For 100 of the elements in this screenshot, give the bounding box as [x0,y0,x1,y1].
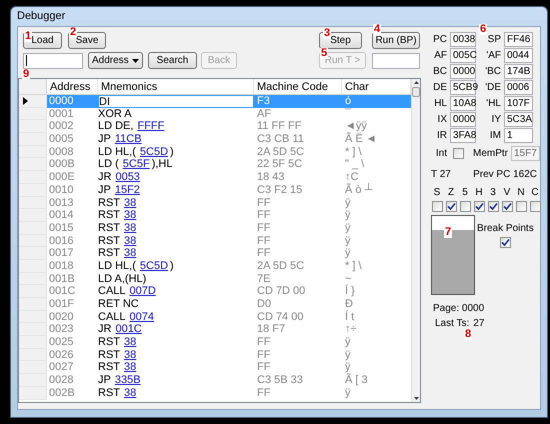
flag-label: 3 [490,188,496,198]
register-field[interactable]: 0038 [450,32,476,47]
column-header[interactable]: Char [345,81,369,93]
int-checkbox[interactable] [453,148,464,159]
address-link[interactable]: 38 [124,247,136,260]
register-field[interactable]: 005C [450,48,476,63]
register-field[interactable]: 0044 [504,48,533,63]
table-cell: FF [257,386,270,399]
table-cell: FF [257,361,270,374]
mnemonic-text: RST [98,336,120,349]
current-row-icon [23,96,28,105]
address-link[interactable]: 11CB [114,133,142,146]
table-cell: 0023 [49,323,74,336]
address-link[interactable]: 38 [124,386,136,400]
breakpoint-list[interactable] [431,215,475,295]
column-header[interactable]: Machine Code [257,81,328,93]
table-cell: 0026 [49,348,74,361]
last-ts-label: Last Ts: [435,317,470,329]
table-cell: 0017 [49,247,74,260]
address-link[interactable]: 38 [124,222,136,235]
table-cell: 0027 [49,361,74,374]
flag-checkbox[interactable] [460,201,470,212]
table-cell: 7E [257,272,270,285]
register-field[interactable]: 3FA8 [450,128,476,143]
register-field[interactable]: 174B [504,64,533,79]
address-link[interactable]: FFFF [137,120,164,134]
window-title: Debugger [17,9,66,24]
mnemonic-text: ) [170,146,174,158]
address-link[interactable]: 38 [124,196,136,210]
register-label: IY [490,113,501,127]
mnemonic-text: XOR A [98,108,132,120]
table-cell: ÿ [345,196,350,208]
t-states-field[interactable] [372,52,420,68]
table-cell: ó [345,95,352,107]
scroll-thumb[interactable] [412,87,420,97]
flag-checkbox[interactable] [446,201,456,212]
search-field[interactable] [23,52,83,68]
flag-checkbox[interactable] [488,201,498,212]
table-cell: 2A 5D 5C [257,260,304,272]
register-label: IM [488,129,501,143]
address-link[interactable]: 5C5D [140,146,168,158]
register-field[interactable]: FF46 [504,32,533,47]
address-link[interactable]: 38 [124,348,136,362]
table-cell: 18 F7 [257,323,286,336]
mnemonic-text: JP [98,184,111,196]
address-link[interactable]: 38 [124,234,136,248]
break-points-checkbox[interactable] [500,237,511,248]
register-field[interactable]: 0000 [450,64,476,79]
table-cell: 0010 [49,184,74,196]
address-link[interactable]: 335B [114,374,141,387]
register-label: 'HL [485,97,501,111]
flag-checkbox[interactable] [516,201,526,212]
scrollbar[interactable] [411,79,420,402]
table-cell: 0028 [49,374,74,386]
search-mode-dropdown[interactable]: Address [88,52,143,69]
address-link[interactable]: 007D [130,285,156,298]
table-cell: FF [257,222,270,234]
dropdown-arrow-icon [132,58,139,62]
register-field[interactable]: 107F [504,96,533,111]
address-link[interactable]: 5C5D [140,260,168,273]
register-field[interactable]: 10A8 [450,96,476,111]
address-link[interactable]: 38 [124,209,136,222]
column-header[interactable]: Address [50,81,90,93]
table-cell: * ] \ [345,260,362,272]
flag-checkbox[interactable] [432,201,442,212]
run-button[interactable]: Run (BP) [372,32,420,49]
register-label: IX [436,113,447,127]
table-row[interactable]: 0000 DI F3 ó [19,95,411,108]
scroll-up-icon[interactable] [414,81,418,84]
search-button[interactable]: Search [148,52,197,69]
mnemonic-text: JR [98,323,112,336]
flag-checkbox[interactable] [530,201,540,212]
register-field[interactable]: 5CB9 [450,80,476,95]
address-link[interactable]: 38 [124,336,136,349]
table-cell: FF [257,209,270,222]
address-link[interactable]: 001C [115,323,142,336]
mnemonic-text: RST [98,348,120,362]
register-field[interactable]: 1 [504,128,533,143]
column-header[interactable]: Mnemonics [101,81,158,93]
table-cell: 2A 5D 5C [257,146,304,158]
table-cell: ÿ [345,386,350,399]
row-header[interactable] [19,95,47,108]
register-field[interactable]: 0000 [450,112,476,127]
register-field[interactable]: 0006 [504,80,533,95]
flag-checkbox[interactable] [474,201,484,212]
address-link[interactable]: 0053 [115,171,140,184]
address-link[interactable]: 15F2 [114,184,140,196]
address-link[interactable]: 0074 [130,310,154,324]
table-cell: 001C [49,285,76,298]
address-link[interactable]: 38 [124,361,136,374]
flag-label: N [517,188,525,198]
table-cell: 0001 [49,108,74,120]
table-cell: 0008 [49,146,74,158]
register-field[interactable]: 5C3A [504,112,533,127]
register-label: AF [433,49,447,63]
scroll-down-icon[interactable] [414,397,418,400]
mnemonic-text: LD A,(HL) [98,272,146,286]
flag-checkbox[interactable] [502,201,512,212]
table-cell: 0018 [49,260,74,272]
address-link[interactable]: 5C5F [122,158,150,172]
